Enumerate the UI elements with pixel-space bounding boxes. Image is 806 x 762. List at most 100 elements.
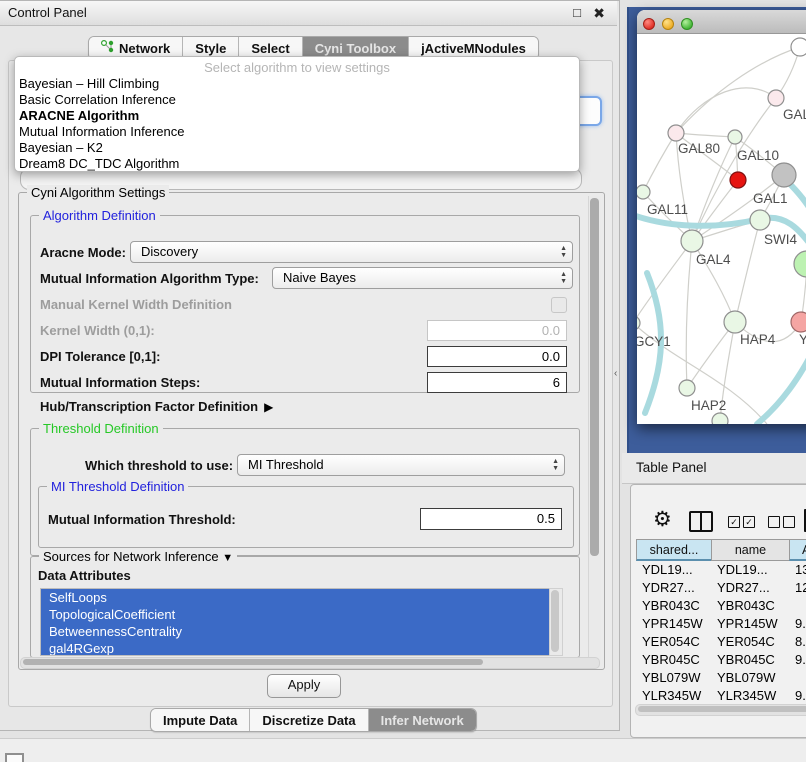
network-view-window: GAL GAL80 GAL10 GAL1 GAL11 SWI4 GAL4 GCY… xyxy=(637,10,806,424)
network-node-gcy1[interactable] xyxy=(637,316,640,330)
kernel-width-value: 0.0 xyxy=(542,321,560,340)
network-node-gal11[interactable] xyxy=(637,185,650,199)
tab-discretize-data[interactable]: Discretize Data xyxy=(250,709,368,731)
zoom-traffic-light[interactable] xyxy=(681,18,693,30)
collapse-arrow-icon[interactable]: ▼ xyxy=(222,552,233,564)
attribute-item-selected[interactable]: SelfLoops xyxy=(41,589,549,606)
settings-horizontal-scrollbar[interactable] xyxy=(20,657,600,669)
dpi-tolerance-label: DPI Tolerance [0,1]: xyxy=(40,349,160,364)
tab-infer-network[interactable]: Infer Network xyxy=(369,709,476,731)
table-row[interactable]: YBR043CYBR043C xyxy=(636,597,806,615)
network-node-hap4[interactable] xyxy=(724,311,746,333)
checked-checkbox-icon[interactable]: ✓ xyxy=(743,516,755,528)
node-label: Y xyxy=(799,332,806,347)
network-node-gray[interactable] xyxy=(772,163,796,187)
attributes-scroll-thumb[interactable] xyxy=(551,590,559,652)
unchecked-checkbox-icon[interactable] xyxy=(783,516,795,528)
table-row[interactable]: YBL079WYBL079W xyxy=(636,669,806,687)
table-row[interactable]: YER054CYER054C8. xyxy=(636,633,806,651)
table-hscroll-thumb[interactable] xyxy=(638,706,806,712)
table-row[interactable]: YDL19...YDL19...13 xyxy=(636,561,806,579)
table-row[interactable]: YBR045CYBR045C9. xyxy=(636,651,806,669)
minimize-traffic-light[interactable] xyxy=(662,18,674,30)
algorithm-option[interactable]: Bayesian – Hill Climbing xyxy=(15,76,579,92)
settings-hscroll-thumb[interactable] xyxy=(23,659,483,665)
network-node-gal-partial[interactable] xyxy=(768,90,784,106)
sources-title-text: Sources for Network Inference xyxy=(43,549,219,564)
gear-icon[interactable]: ⚙ xyxy=(653,509,672,531)
algorithm-option[interactable]: Bayesian – K2 xyxy=(15,140,579,156)
node-label: HAP2 xyxy=(691,398,726,413)
sources-group-title[interactable]: Sources for Network Inference ▼ xyxy=(39,549,237,566)
network-node-gal10[interactable] xyxy=(728,130,742,144)
settings-scroll-thumb[interactable] xyxy=(590,198,599,556)
column-header-shared[interactable]: shared... xyxy=(636,539,711,561)
node-label: GAL11 xyxy=(647,202,688,217)
dpi-tolerance-field[interactable]: 0.0 xyxy=(427,346,567,367)
network-node[interactable] xyxy=(712,413,728,424)
node-label: GAL1 xyxy=(753,191,788,206)
tab-cyni-toolbox-label: Cyni Toolbox xyxy=(315,41,396,56)
algorithm-option[interactable]: Basic Correlation Inference xyxy=(15,92,579,108)
table-horizontal-scrollbar[interactable] xyxy=(635,704,806,716)
split-columns-icon[interactable] xyxy=(689,511,713,532)
stepper-arrows-icon: ▲▼ xyxy=(560,271,567,285)
column-header-name[interactable]: name xyxy=(711,539,789,561)
unchecked-checkbox-icon[interactable] xyxy=(768,516,780,528)
apply-button[interactable]: Apply xyxy=(267,674,341,698)
network-node-salmon[interactable] xyxy=(791,312,806,332)
tab-jactivemnodules-label: jActiveMNodules xyxy=(421,41,526,56)
expand-arrow-icon[interactable]: ▶ xyxy=(264,400,273,414)
network-node-red[interactable] xyxy=(730,172,746,188)
manual-kernel-checkbox[interactable] xyxy=(551,297,567,313)
node-label: GCY1 xyxy=(637,334,671,349)
which-threshold-select[interactable]: MI Threshold ▲▼ xyxy=(237,454,565,476)
status-strip xyxy=(0,738,806,762)
table-row[interactable]: YLR345WYLR345W9. xyxy=(636,687,806,704)
checked-checkbox-icon[interactable]: ✓ xyxy=(728,516,740,528)
close-traffic-light[interactable] xyxy=(643,18,655,30)
node-label: GAL xyxy=(783,107,806,122)
network-node-bright-green[interactable] xyxy=(794,251,806,277)
network-node-gal80[interactable] xyxy=(668,125,684,141)
mi-threshold-field[interactable]: 0.5 xyxy=(420,508,562,530)
column-header-third[interactable]: A xyxy=(789,539,806,561)
mi-type-value: Naive Bayes xyxy=(283,268,356,288)
panel-divider-handle[interactable]: ‹ xyxy=(614,368,617,379)
algorithm-option[interactable]: Dream8 DC_TDC Algorithm xyxy=(15,156,579,172)
mi-steps-label: Mutual Information Steps: xyxy=(40,375,200,390)
attribute-item-selected[interactable]: BetweennessCentrality xyxy=(41,623,549,640)
mini-panel-icon[interactable] xyxy=(5,753,24,762)
settings-group-title: Cyni Algorithm Settings xyxy=(27,185,169,200)
kernel-width-field: 0.0 xyxy=(427,320,567,341)
mi-steps-value: 6 xyxy=(553,373,560,392)
network-canvas[interactable]: GAL GAL80 GAL10 GAL1 GAL11 SWI4 GAL4 GCY… xyxy=(637,33,806,424)
manual-kernel-label: Manual Kernel Width Definition xyxy=(40,297,232,312)
panel-title: Control Panel xyxy=(8,1,87,25)
close-icon[interactable]: ✖ xyxy=(593,1,605,25)
aracne-mode-select[interactable]: Discovery ▲▼ xyxy=(130,241,573,263)
network-node-gal4[interactable] xyxy=(681,230,703,252)
table-panel-titlebar: Table Panel xyxy=(622,453,806,484)
table-row[interactable]: YDR27...YDR27...12 xyxy=(636,579,806,597)
mi-threshold-value: 0.5 xyxy=(537,509,555,529)
network-labels: GAL GAL80 GAL10 GAL1 GAL11 SWI4 GAL4 GCY… xyxy=(637,107,806,413)
stepper-arrows-icon: ▲▼ xyxy=(560,245,567,259)
hub-section-label[interactable]: Hub/Transcription Factor Definition▶ xyxy=(40,399,273,414)
algorithm-option-selected[interactable]: ARACNE Algorithm xyxy=(15,108,579,124)
control-panel-titlebar[interactable]: Control Panel □ ✖ xyxy=(0,1,617,26)
settings-vertical-scrollbar[interactable] xyxy=(588,196,601,664)
mi-type-select[interactable]: Naive Bayes ▲▼ xyxy=(272,267,573,289)
network-window-titlebar[interactable] xyxy=(637,10,806,34)
algorithm-option[interactable]: Mutual Information Inference xyxy=(15,124,579,140)
tab-impute-data[interactable]: Impute Data xyxy=(151,709,250,731)
network-node[interactable] xyxy=(791,38,806,56)
attribute-item-selected[interactable]: gal4RGexp xyxy=(41,640,549,656)
network-node-gal1[interactable] xyxy=(750,210,770,230)
attributes-scrollbar[interactable] xyxy=(549,588,563,656)
attribute-item-selected[interactable]: TopologicalCoefficient xyxy=(41,606,549,623)
mi-steps-field[interactable]: 6 xyxy=(427,372,567,393)
network-node-hap2[interactable] xyxy=(679,380,695,396)
table-row[interactable]: YPR145WYPR145W9. xyxy=(636,615,806,633)
float-window-icon[interactable]: □ xyxy=(573,1,581,25)
